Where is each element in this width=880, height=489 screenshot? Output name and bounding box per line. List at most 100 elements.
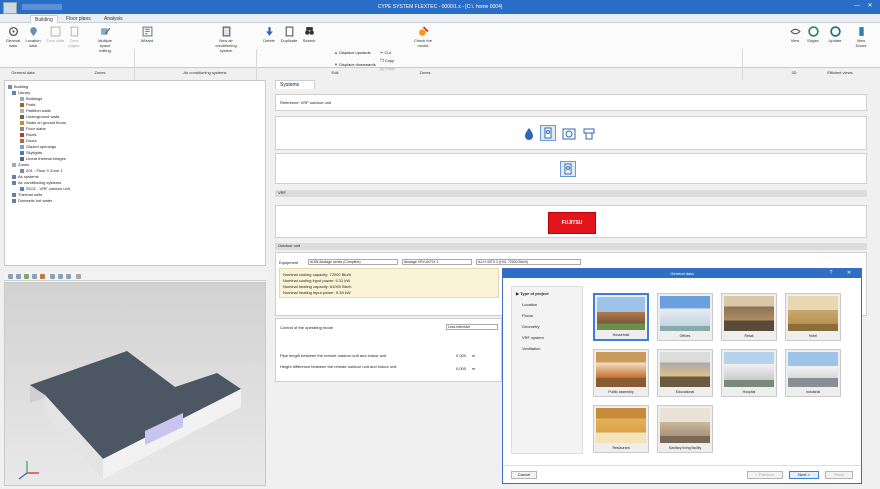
thumb-caption: Educational — [675, 390, 695, 394]
project-type-hotel[interactable]: Hotel — [785, 293, 841, 341]
view-top-icon[interactable] — [24, 274, 29, 279]
view-side-icon[interactable] — [16, 274, 21, 279]
thumb-caption: Offices — [679, 334, 691, 338]
thumb-caption: Household — [612, 333, 630, 337]
tree-item[interactable]: Ports — [20, 102, 35, 107]
project-type-public-assembly[interactable]: Public assembly — [593, 349, 649, 397]
settings-icon[interactable] — [76, 274, 81, 279]
tree-item[interactable]: Doors — [20, 138, 37, 143]
control-mode-select[interactable]: Less intensive — [446, 324, 498, 330]
nav-vrf-system[interactable]: VRF system — [522, 335, 544, 340]
project-type-restaurant[interactable]: Restaurant — [593, 405, 649, 453]
project-type-hospital[interactable]: Hospital — [721, 349, 777, 397]
nav-ventilation[interactable]: Ventilation — [522, 346, 540, 351]
displace-downwards-button[interactable]: ▼ Displace downwards — [334, 62, 376, 67]
tree-item[interactable]: Floor slabs — [20, 126, 46, 131]
height-difference-value[interactable]: 0.000 — [456, 366, 466, 371]
project-type-offices[interactable]: Offices — [657, 293, 713, 341]
fit-icon[interactable] — [66, 274, 71, 279]
cut-button[interactable]: ✂ Cut — [380, 50, 391, 55]
tree-item[interactable]: Domestic hot water — [12, 198, 52, 203]
delete-button[interactable]: Delete — [260, 26, 278, 43]
check-model-button[interactable]: Check the model — [412, 26, 434, 48]
view-front-icon[interactable] — [8, 274, 13, 279]
water-drop-icon[interactable] — [520, 125, 536, 141]
zone-data-button[interactable]: Zone data — [46, 26, 64, 43]
cancel-button[interactable]: Cancel — [511, 471, 537, 479]
vrf-outdoor-unit-icon[interactable] — [560, 161, 576, 177]
split-unit-icon[interactable] — [580, 125, 596, 141]
3d-view[interactable] — [4, 282, 266, 486]
tree-item[interactable]: Air conditioning systems — [12, 180, 61, 185]
duplicate-button[interactable]: Duplicate — [280, 26, 298, 43]
update-button[interactable]: Update — [826, 26, 844, 43]
search-button[interactable]: Search — [300, 26, 318, 43]
new-air-conditioning-system-button[interactable]: New air conditioning system — [212, 26, 240, 53]
group-label-zones-2: Zones — [419, 70, 431, 75]
tree-item[interactable]: Buildings — [20, 96, 42, 101]
multiple-space-editing-button[interactable]: Multiple space editing — [94, 26, 116, 53]
tree-item[interactable]: SC01 - VRF outdoor unit — [20, 186, 70, 191]
tree-item[interactable]: Thermal units — [12, 192, 42, 197]
door-icon — [20, 139, 24, 143]
tree-item[interactable]: Partition walls — [20, 108, 51, 113]
project-type-household[interactable]: Household — [593, 293, 649, 341]
equipment-series-select[interactable]: AOW Airstage series (Complete) — [308, 259, 398, 265]
paste-button[interactable]: ▤ Paste — [380, 66, 395, 71]
wizard-button[interactable]: Wizard — [138, 26, 156, 43]
tree-item[interactable]: Glazed openings — [20, 144, 56, 149]
rotate-icon[interactable] — [58, 274, 63, 279]
fujitsu-brand-button[interactable]: FUJITSU — [548, 212, 596, 234]
delete-icon — [265, 27, 273, 36]
tree-item[interactable]: Underground walls — [20, 114, 59, 119]
view-doors-button[interactable]: View Doors — [852, 26, 870, 48]
location-data-button[interactable]: Location data — [24, 26, 42, 48]
dialog-help-icon[interactable]: ? — [827, 270, 835, 277]
nav-geometry[interactable]: Geometry — [522, 324, 540, 329]
heat-pump-icon[interactable] — [560, 125, 576, 141]
project-type-retail[interactable]: Retail — [721, 293, 777, 341]
tree-item[interactable]: Slabs on ground floors — [20, 120, 66, 125]
finish-button[interactable]: Finish — [825, 471, 853, 479]
view-iso-icon[interactable] — [32, 274, 37, 279]
info-line: Nominal cooling capacity: 72000 Btu/h — [283, 272, 352, 277]
nav-floors[interactable]: Floors — [522, 313, 533, 318]
pipe-length-value[interactable]: 0.000 — [456, 353, 466, 358]
tab-systems[interactable]: Systems — [275, 80, 315, 89]
dialog-close-icon[interactable]: ✕ — [845, 270, 853, 277]
zoom-icon[interactable] — [40, 274, 45, 279]
copy-button[interactable]: ❐ Copy — [380, 58, 394, 63]
nav-location[interactable]: Location — [522, 302, 537, 307]
project-type-sanitary-living[interactable]: Sanitary living facility — [657, 405, 713, 453]
equipment-model-select[interactable]: Airstage VRV-AOYX 1 — [402, 259, 472, 265]
edges-button[interactable]: Edges — [804, 26, 822, 43]
close-button[interactable]: ✕ — [866, 3, 874, 10]
next-button[interactable]: Next > — [789, 471, 819, 479]
group-label-3d: 3D — [791, 70, 797, 75]
vrf-unit-icon[interactable] — [540, 125, 556, 141]
tree-item[interactable]: Z01 - Floor 0 Zone 1 — [20, 168, 62, 173]
displace-upwards-button[interactable]: ▲ Displace upwards — [334, 50, 371, 55]
tab-analysis[interactable]: Analysis — [100, 15, 127, 23]
tree-item[interactable]: Library — [12, 90, 30, 95]
project-type-industrial[interactable]: Industrial — [785, 349, 841, 397]
tree-item[interactable]: Building — [8, 84, 28, 89]
equipment-unit-select[interactable]: AJ-H 40TX 2 (HVL 72000 Btu/h) — [476, 259, 581, 265]
tree-item[interactable]: Air systems — [12, 174, 39, 179]
group-label-zones: Zones — [94, 70, 106, 75]
previous-button[interactable]: < Previous — [747, 471, 783, 479]
tab-floor-plans[interactable]: Floor plans — [62, 15, 95, 23]
minimize-button[interactable]: — — [853, 3, 861, 10]
project-type-educational[interactable]: Educational — [657, 349, 713, 397]
tree-item[interactable]: Skylights — [20, 150, 42, 155]
tree-item[interactable]: Roofs — [20, 132, 36, 137]
view-button[interactable]: View — [786, 26, 804, 43]
nav-type-of-project[interactable]: ▶ Type of project — [516, 291, 549, 296]
zone-pages-button[interactable]: Zone pages — [65, 26, 83, 48]
tree-item[interactable]: Zones — [12, 162, 29, 167]
hot-water-icon — [12, 199, 16, 203]
tree-item[interactable]: Linear thermal bridges — [20, 156, 66, 161]
general-data-button[interactable]: General data — [4, 26, 22, 48]
tab-building[interactable]: Building — [30, 15, 58, 23]
pan-icon[interactable] — [50, 274, 55, 279]
